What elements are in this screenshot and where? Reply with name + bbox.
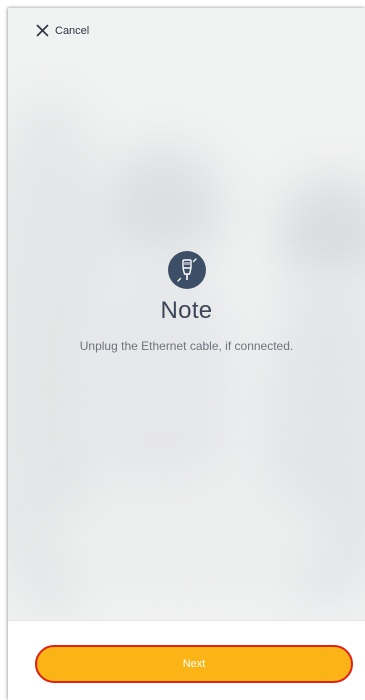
footer-bar: Next bbox=[8, 620, 365, 700]
note-panel: Note Unplug the Ethernet cable, if conne… bbox=[8, 251, 365, 353]
ethernet-cable-icon bbox=[167, 251, 206, 289]
instruction-text: Unplug the Ethernet cable, if connected. bbox=[79, 339, 294, 353]
next-button[interactable]: Next bbox=[35, 645, 353, 683]
cancel-label: Cancel bbox=[55, 24, 90, 37]
close-icon bbox=[36, 24, 49, 37]
setup-screen: Cancel Note Unplug the Ethernet cable, i… bbox=[8, 8, 365, 700]
next-label: Next bbox=[182, 658, 206, 670]
cancel-button[interactable]: Cancel bbox=[36, 24, 89, 37]
page-title: Note bbox=[160, 297, 213, 324]
blurred-background-image bbox=[8, 8, 365, 700]
